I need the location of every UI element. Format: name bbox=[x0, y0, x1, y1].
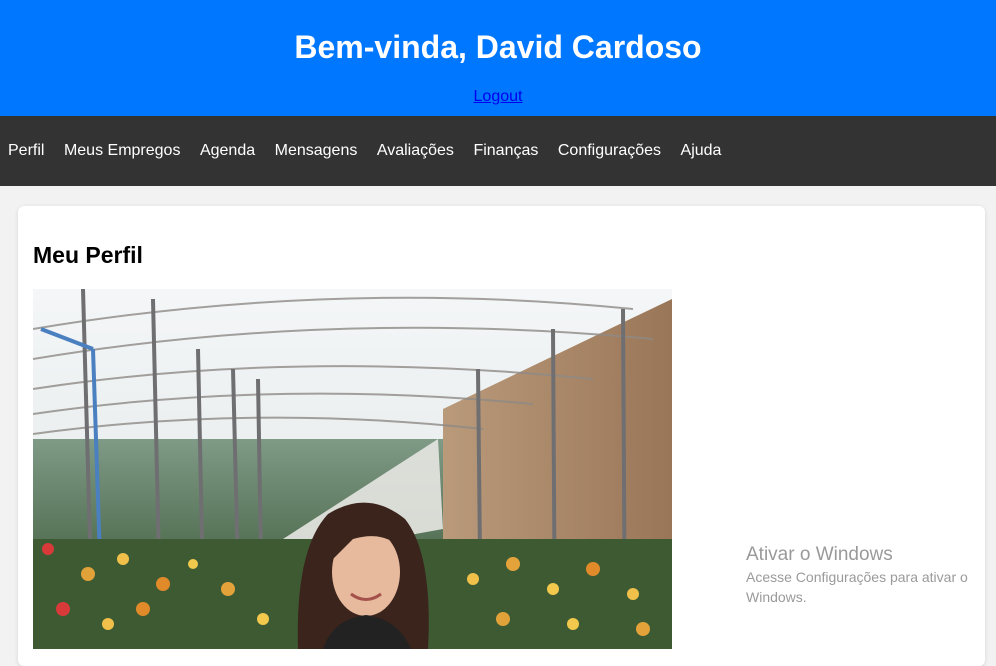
nav-item-agenda[interactable]: Agenda bbox=[200, 142, 255, 160]
profile-heading: Meu Perfil bbox=[33, 242, 143, 268]
nav-item-meus-empregos[interactable]: Meus Empregos bbox=[64, 142, 181, 160]
nav-item-financas[interactable]: Finanças bbox=[473, 142, 538, 160]
nav-item-avaliacoes[interactable]: Avaliações bbox=[377, 142, 454, 160]
nav-item-perfil[interactable]: Perfil bbox=[8, 142, 44, 160]
page-header: Bem-vinda, David Cardoso Logout bbox=[0, 0, 996, 116]
nav-item-configuracoes[interactable]: Configurações bbox=[558, 142, 661, 160]
watermark-subtitle: Acesse Configurações para ativar o Windo… bbox=[746, 569, 968, 605]
nav-item-ajuda[interactable]: Ajuda bbox=[681, 142, 722, 160]
windows-activation-watermark: Ativar o Windows Acesse Configurações pa… bbox=[746, 543, 986, 607]
nav-item-mensagens[interactable]: Mensagens bbox=[275, 142, 358, 160]
main-nav: Perfil Meus Empregos Agenda Mensagens Av… bbox=[0, 116, 996, 186]
welcome-title: Bem-vinda, David Cardoso bbox=[294, 29, 702, 65]
profile-photo bbox=[33, 289, 672, 649]
watermark-title: Ativar o Windows bbox=[746, 544, 893, 565]
logout-link[interactable]: Logout bbox=[474, 88, 523, 106]
profile-photo-image bbox=[33, 289, 672, 649]
